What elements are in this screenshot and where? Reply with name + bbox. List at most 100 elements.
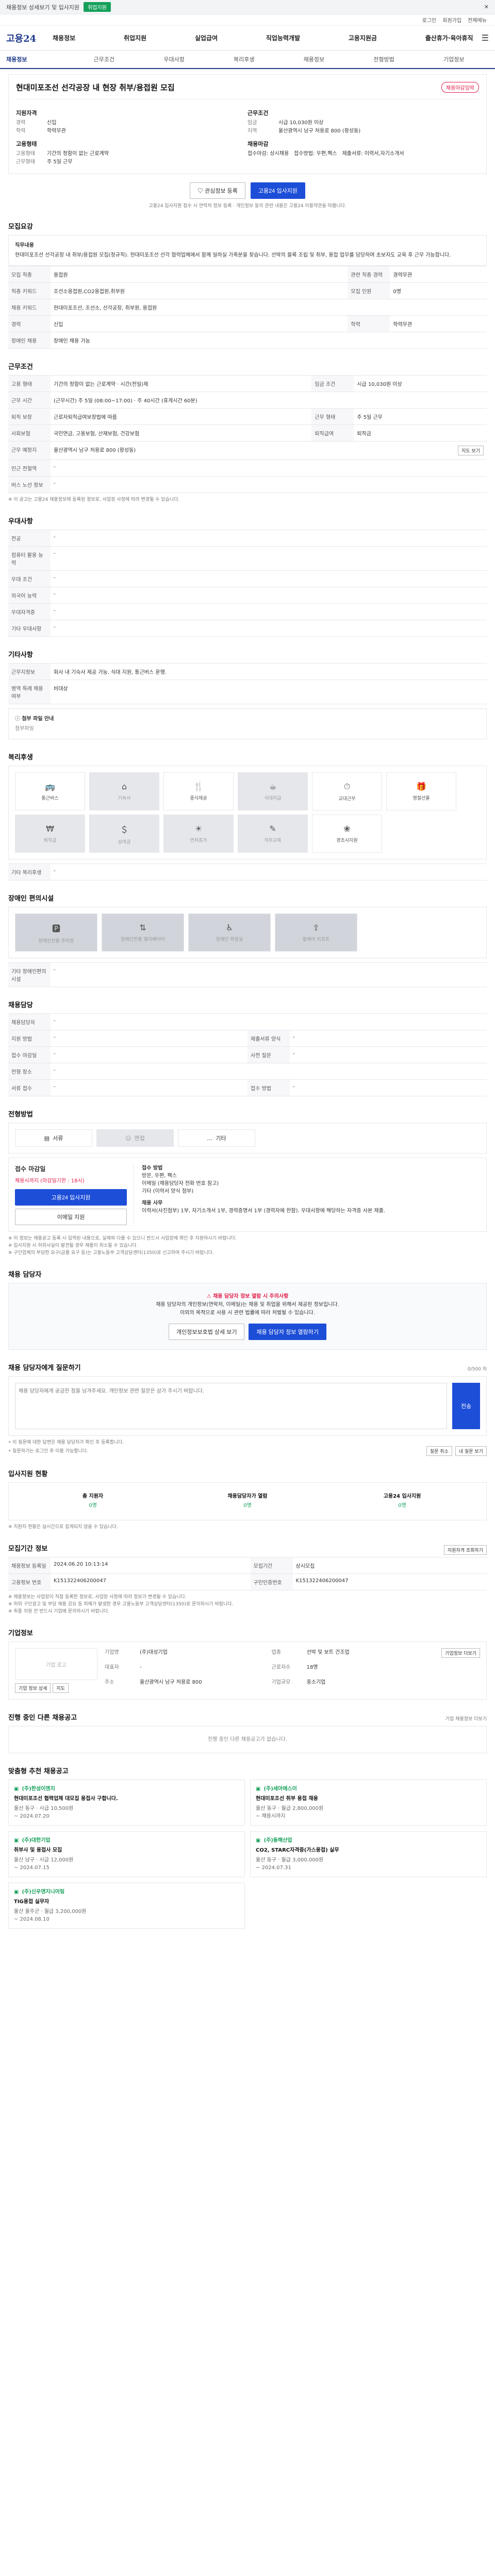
cell-value: - <box>51 962 487 987</box>
company-field-value: (주)대성기업 <box>140 1650 168 1655</box>
reco-section: 맞춤형 추천 채용공고 ▣ (주)한성이엔지 현대미포조선 협력업체 대모집 용접사… <box>8 1766 487 1929</box>
reco-company: ▣ (주)동해산업 <box>256 1837 481 1844</box>
others-more-link[interactable]: 기업 채용정보 더보기 <box>446 1716 487 1723</box>
company-more-button[interactable]: 기업정보 더보기 <box>441 1648 480 1658</box>
email-apply-button[interactable]: 이메일 지원 <box>15 1209 127 1225</box>
reco-card[interactable]: ▣ (주)대한기업 취부사 및 용접사 모집 울산 남구 · 시급 12,000원 ~ … <box>8 1831 245 1877</box>
work-section: 근무조건 고용 형태 기간의 정함이 없는 근로계약 · 시간(전일)제 임금 조건… <box>8 361 487 503</box>
pref-section: 우대사항 전공 - 컴퓨터 활용 능력 - 우대 조건 - 외국어 능력 - 우대자격증… <box>8 516 487 637</box>
reco-title: TIG용접 실무자 <box>14 1899 50 1905</box>
pension-icon: ₩ <box>46 824 54 834</box>
gnb-item-leave[interactable]: 출산휴가·육아휴직 <box>425 33 473 42</box>
tab-preference[interactable]: 우대사항 <box>139 55 209 63</box>
reco-meta: 울산 동구 · 월급 2,800,000원 <box>256 1806 324 1811</box>
cell-label: 학력 <box>348 315 390 332</box>
site-logo[interactable]: 고용24 <box>6 31 53 45</box>
company-map-button[interactable]: 지도 <box>53 1683 69 1693</box>
send-button[interactable]: 전송 <box>452 1383 480 1429</box>
cell-value: - <box>51 587 487 604</box>
etc-icon: … <box>207 1134 213 1142</box>
tab-company[interactable]: 기업정보 <box>419 55 489 63</box>
tab-welfare[interactable]: 복리후생 <box>209 55 279 63</box>
status-label: 총 지원자 <box>82 1494 104 1499</box>
inquiry-note: • 이 질문에 대한 답변은 채용 담당자가 확인 후 등록합니다. <box>8 1440 124 1445</box>
privacy-detail-button[interactable]: 개인정보보호법 상세 보기 <box>169 1324 245 1340</box>
menu-icon[interactable]: ☰ <box>482 33 489 43</box>
cell-value: K151322406200047 <box>292 1573 487 1590</box>
others-empty: 진행 중인 다른 채용공고가 없습니다. <box>8 1726 487 1753</box>
company-info-button[interactable]: 기업 정보 상세 <box>15 1683 51 1693</box>
cell-label: 채용 키워드 <box>8 299 51 316</box>
tab-recruit-info[interactable]: 채용정보 <box>279 55 349 63</box>
cell-value: - <box>51 570 487 587</box>
method-label: 기타 <box>216 1135 226 1142</box>
login-link[interactable]: 로그인 <box>422 16 437 24</box>
reco-card[interactable]: ▣ (주)신우엔지니어링 TIG용접 실무자 울산 울주군 · 월급 3,200,00… <box>8 1883 245 1929</box>
method-label: 면접 <box>134 1135 145 1142</box>
parking-icon: 🅿 <box>52 923 60 934</box>
reco-company-name: (주)동해산업 <box>263 1838 292 1843</box>
close-icon[interactable]: ✕ <box>484 4 489 10</box>
company-field-label: 근로자수 <box>271 1665 291 1670</box>
map-button[interactable]: 지도 보기 <box>458 446 484 455</box>
detail-table: 모집 직종 용접원 관련 직종 경력 경력무관 직종 키워드 조선소용접원,CO2용접원… <box>8 266 487 349</box>
interest-button[interactable]: ♡ 관심정보 등록 <box>190 182 245 199</box>
apply-docs-heading: 채용 사무 <box>142 1200 163 1206</box>
sitemap-link[interactable]: 전체메뉴 <box>468 16 487 24</box>
reco-date: ~ 2024.07.31 <box>256 1865 291 1871</box>
gnb-item-support[interactable]: 취업지원 <box>124 33 146 42</box>
inquiry-section: 채용 담당자에게 질문하기 0/500 자 전송 • 이 질문에 대한 답변은 채… <box>8 1362 487 1456</box>
gnb-item-jobs[interactable]: 채용정보 <box>53 33 75 42</box>
reco-card[interactable]: ▣ (주)동해산업 CO2, STARC자격증(가스용접) 실무 울산 동구 · 월급… <box>250 1831 487 1877</box>
cell-value: (근무시간) 주 5일 (08:00~17:00) · 주 40시간 (휴게시간… <box>51 392 487 409</box>
gnb-item-training[interactable]: 직업능력개발 <box>266 33 300 42</box>
disability-heading: 장애인 편의시설 <box>8 895 54 903</box>
table-row: 기타 장애인편의시설 - <box>8 962 487 987</box>
welfare-item: ☕ 식대지급 <box>238 772 308 810</box>
main-menu: 채용정보 취업지원 실업급여 직업능력개발 고용지원금 출산휴가·육아휴직 <box>53 33 477 42</box>
company-field-value: - <box>140 1665 142 1670</box>
tab-method[interactable]: 전형방법 <box>349 55 419 63</box>
workform-value: 주 5일 근무 <box>47 159 73 165</box>
apply-button[interactable]: 고용24 입사지원 <box>250 182 305 199</box>
facility-label: 휠체어 리프트 <box>302 937 330 942</box>
cell-label: 외국어 능력 <box>8 587 51 604</box>
tab-recruit[interactable]: 채용정보 <box>6 55 69 63</box>
signup-link[interactable]: 회원가입 <box>442 16 461 24</box>
inquiry-input[interactable] <box>15 1383 447 1429</box>
reco-company-name: (주)대한기업 <box>22 1838 51 1843</box>
cell-label: 고용정보 번호 <box>8 1573 51 1590</box>
cell-label: 임금 조건 <box>311 375 354 392</box>
welfare-item: ₩ 퇴직금 <box>15 815 85 853</box>
content-text: 현대미포조선 선각공장 내 취부/용접원 모집(정규직). 현대미포조선 선각 … <box>15 252 451 258</box>
employ-label: 고용형태 <box>16 151 35 157</box>
reco-heading: 맞춤형 추천 채용공고 <box>8 1768 69 1775</box>
cell-value: K151322406200047 <box>51 1573 251 1590</box>
qualification-check-button[interactable]: 지원자격 조회하기 <box>443 1545 487 1555</box>
view-contact-button[interactable]: 채용 담당자 정보 열람하기 <box>249 1324 326 1340</box>
cell-label: 모집기간 <box>250 1557 293 1574</box>
reco-card[interactable]: ▣ (주)세아에스이 현대미포조선 취부 용접 채용 울산 동구 · 월급 2,800… <box>250 1780 487 1826</box>
gnb-item-unemployment[interactable]: 실업급여 <box>195 33 218 42</box>
apply-note: ※ 구인업체의 부당한 요구(금품 요구 등)는 고용노동부 고객상담센터(13… <box>8 1250 214 1256</box>
welfare-item: ⏱ 교대근무 <box>312 772 382 810</box>
apply-button-2[interactable]: 고용24 입사지원 <box>15 1189 127 1206</box>
cell-label: 퇴직급여 <box>311 425 354 442</box>
reco-meta: 울산 울주군 · 월급 3,200,000원 <box>14 1909 87 1914</box>
banner-button[interactable]: 취업지원 <box>84 2 111 12</box>
welfare-heading: 복리후생 <box>8 754 33 761</box>
cell-label: 직종 키워드 <box>8 282 51 299</box>
cell-label: 채용담당자 <box>8 1013 51 1030</box>
top-banner: 채용정보 상세보기 및 입사지원 취업지원 ✕ <box>0 0 495 14</box>
cell-value: - <box>51 530 487 547</box>
cancel-question-button[interactable]: 질문 취소 <box>426 1446 452 1456</box>
my-question-button[interactable]: 내 질문 보기 <box>455 1446 487 1456</box>
table-row: 퇴직 보장 근로자퇴직급여보장법에 따름 근무 형태 주 5일 근무 <box>8 408 487 425</box>
welfare-item: ☀ 연차휴가 <box>163 815 234 853</box>
etc-table: 근무지정보 회사 내 기숙사 제공 가능. 식대 지원, 통근버스 운행. 병역 … <box>8 663 487 704</box>
cell-label: 근무 시간 <box>8 392 51 409</box>
reco-card[interactable]: ▣ (주)한성이엔지 현대미포조선 협력업체 대모집 용접사 구합니다. 울산 동구 … <box>8 1780 245 1826</box>
tab-conditions[interactable]: 근무조건 <box>69 55 139 63</box>
gnb-item-subsidy[interactable]: 고용지원금 <box>349 33 377 42</box>
attach-value[interactable]: 첨부파일 <box>15 725 480 733</box>
